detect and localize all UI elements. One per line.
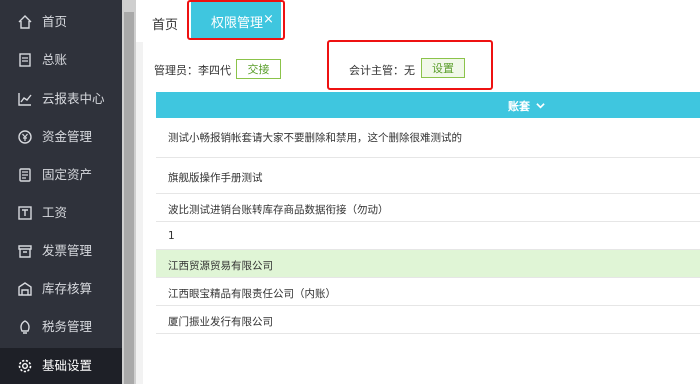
table-row[interactable]: 江西眼宝精品有限责任公司（内账） [156,278,700,306]
sidebar-item-label: 固定资产 [42,167,93,182]
sidebar-item-salary[interactable]: 工资 [0,196,122,230]
annotation-box-accountant [327,40,493,90]
sidebar-item-label: 发票管理 [42,243,93,258]
tax-icon [20,320,30,334]
sidebar-item-label: 云报表中心 [42,91,105,106]
table-row-selected[interactable]: 江西贸源贸易有限公司 [156,250,700,278]
sidebar-item-label: 首页 [42,14,68,29]
tab-home[interactable]: 首页 [152,14,178,33]
sidebar-item-label: 工资 [42,205,68,220]
chart-icon [18,93,32,106]
sidebar-item-reports[interactable]: 云报表中心 [0,82,122,116]
row-text: 江西眼宝精品有限责任公司（内账） [168,288,336,300]
table-row[interactable]: 旗舰版操作手册测试 [156,158,700,194]
asset-icon [19,168,31,182]
table-row[interactable]: 厦门振业发行有限公司 [156,306,700,334]
sidebar-item-label: 基础设置 [42,358,93,373]
sidebar-item-tax[interactable]: 税务管理 [0,310,122,344]
sidebar-item-funds[interactable]: 资金管理 [0,120,122,154]
account-set-column-header[interactable]: 账套 [508,98,545,114]
row-text: 测试小畅报销帐套请大家不要删除和禁用，这个删除很难测试的 [168,132,462,144]
table-header: 账套 [156,92,700,118]
sidebar-item-fixed-assets[interactable]: 固定资产 [0,158,122,192]
sidebar-item-label: 总账 [42,52,68,67]
row-text: 波比测试进销台账转库存商品数据衔接（勿动） [168,204,389,216]
money-icon [18,130,32,144]
sidebar-item-home[interactable]: 首页 [0,5,122,39]
row-text: 旗舰版操作手册测试 [168,172,263,184]
row-text: 江西贸源贸易有限公司 [168,260,273,272]
sidebar-item-label: 税务管理 [42,319,93,334]
gear-icon [18,359,32,373]
column-header-label: 账套 [508,100,530,113]
ledger-icon [19,53,31,67]
sidebar-item-invoice[interactable]: 发票管理 [0,234,122,268]
sidebar-item-label: 库存核算 [42,281,93,296]
invoice-icon [18,245,32,258]
sidebar-item-basic-settings[interactable]: 基础设置 [0,348,122,384]
warehouse-icon [18,282,32,296]
table-row[interactable]: 波比测试进销台账转库存商品数据衔接（勿动） [156,194,700,222]
sidebar-item-label: 资金管理 [42,129,93,144]
sidebar: 首页 总账 云报表中心 资金管理 固定资产 工资 发票管理 库存核算 税务管理 … [0,0,122,384]
home-icon [18,15,32,29]
sidebar-scrollbar-thumb[interactable] [124,12,134,384]
handover-button[interactable]: 交接 [236,59,281,79]
chevron-down-icon [536,103,545,109]
table-row[interactable]: 1 [156,222,700,250]
sidebar-item-ledger[interactable]: 总账 [0,43,122,77]
salary-icon [18,206,32,220]
row-text: 1 [168,230,175,242]
admin-label: 管理员：李四代 [154,64,231,77]
row-text: 厦门振业发行有限公司 [168,316,273,328]
annotation-box-tab [187,0,285,40]
sidebar-item-inventory[interactable]: 库存核算 [0,272,122,306]
table-row[interactable]: 测试小畅报销帐套请大家不要删除和禁用，这个删除很难测试的 [156,118,700,158]
